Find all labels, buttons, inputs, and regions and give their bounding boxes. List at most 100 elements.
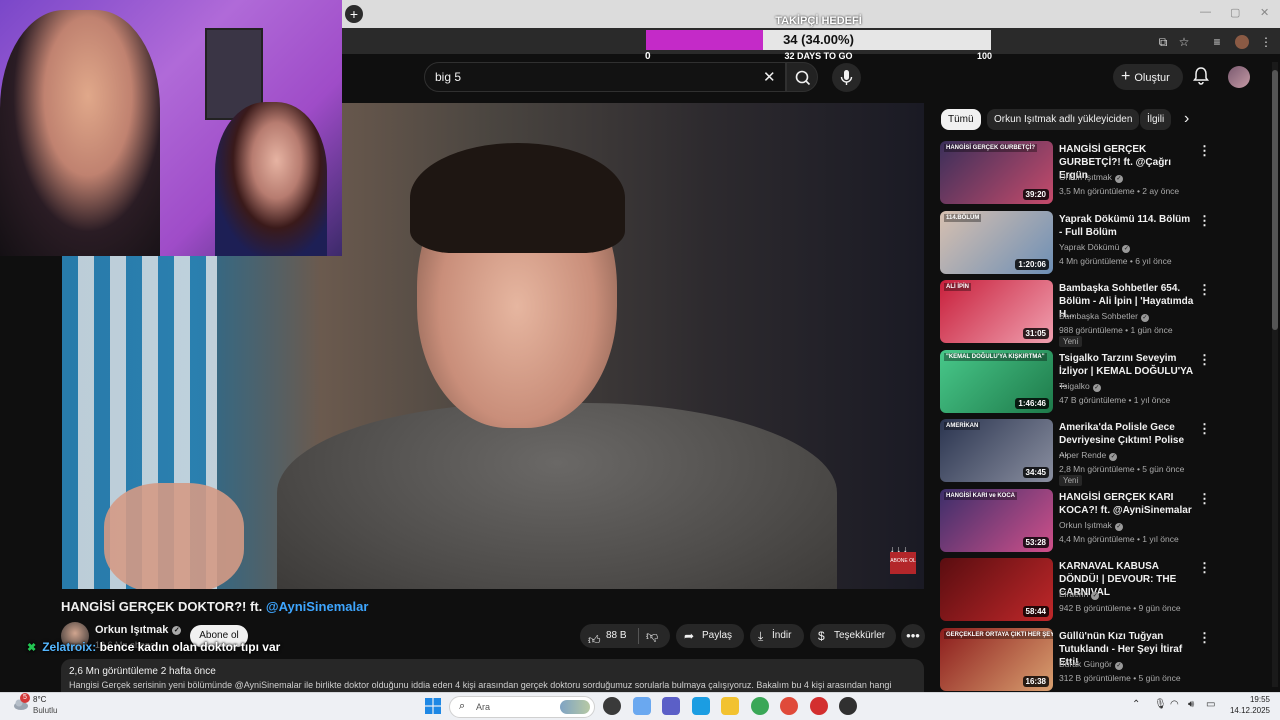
chevron-up-icon[interactable]: ⌃ (1132, 699, 1140, 710)
super-thanks-icon: $ (818, 629, 825, 643)
more-vert-icon[interactable]: ⋮ (1198, 352, 1211, 368)
voice-search-button[interactable] (832, 63, 861, 92)
temperature[interactable]: 8°C (33, 695, 46, 704)
recommendation-channel[interactable]: Burak Güngör ✓ (1059, 659, 1123, 670)
clock-date[interactable]: 14.12.2025 (1220, 706, 1270, 715)
recommendation-item[interactable]: 114.BÖLÜM 1:20:06 Yaprak Dökümü 114. Bölüm… (940, 210, 1270, 277)
teams-app[interactable] (662, 697, 680, 715)
scrollbar-thumb[interactable] (1272, 70, 1278, 330)
subscribe-overlay-badge[interactable]: ABONE OL (890, 552, 916, 574)
recommendation-channel[interactable]: Yaprak Dökümü ✓ (1059, 242, 1131, 253)
recommendation-channel[interactable]: Tsigalko ✓ (1059, 381, 1101, 392)
taskbar: 5 8°C Bulutlu ⌕ Ara ⌃ 🎙︎ ◠ 🔊︎ ▭ 19:55 14… (0, 692, 1280, 720)
more-vert-icon[interactable]: ⋮ (1198, 491, 1211, 507)
user-avatar[interactable] (1228, 66, 1250, 88)
download-button[interactable]: ⤓ İndir (750, 624, 804, 648)
recommendation-item[interactable]: 58:44 KARNAVAL KABUSA DÖNDÜ! | DEVOUR: TH… (940, 558, 1270, 624)
recommendation-views: 4 Mn görüntüleme • 6 yıl önce (1059, 255, 1172, 266)
mic-icon (840, 70, 853, 85)
video-thumbnail[interactable]: GERÇEKLER ORTAYA ÇIKTI HER ŞEYİ İTİRAF E… (940, 627, 1053, 691)
bookmark-star-icon[interactable]: ☆ (1176, 34, 1192, 50)
copilot-app[interactable] (632, 697, 651, 715)
recommendation-item[interactable]: ALİ İPİN 31:05 Bambaşka Sohbetler 654. Böl… (940, 280, 1270, 347)
minimize-icon[interactable]: — (1200, 6, 1211, 18)
guest (215, 102, 327, 256)
share-button[interactable]: ➦ Paylaş (676, 624, 744, 648)
recommendation-item[interactable]: "KEMAL DOĞULU'YA KIŞKIRTMA" 1:46:46 Tsigal… (940, 349, 1270, 416)
volume-icon[interactable]: 🔊︎ (1188, 699, 1194, 710)
recommendation-channel[interactable]: Orkun Işıtmak ✓ (1059, 172, 1123, 183)
chat-username: Zelatroix: (42, 640, 97, 654)
more-vert-icon[interactable]: ⋮ (1198, 630, 1211, 646)
profile-avatar[interactable] (1235, 35, 1249, 49)
video-thumbnail[interactable]: "KEMAL DOĞULU'YA KIŞKIRTMA" 1:46:46 (940, 349, 1053, 413)
chrome-profile-app[interactable] (780, 697, 798, 715)
verified-check-icon: ✓ (1092, 383, 1101, 392)
video-duration: 1:20:06 (1015, 258, 1049, 270)
more-vert-icon[interactable]: ⋮ (1198, 213, 1211, 229)
recommendation-item[interactable]: HANGİSİ GERÇEK GURBETÇİ? 39:20 HANGİSİ GER… (940, 141, 1270, 207)
mic-icon[interactable]: 🎙︎ (1154, 699, 1167, 710)
recommendation-channel[interactable]: Orkun Işıtmak ✓ (1059, 520, 1123, 531)
recommendation-channel[interactable]: Elraenn ✓ (1059, 589, 1100, 600)
goal-days-label: 32 DAYS TO GO (784, 51, 853, 61)
video-thumbnail[interactable]: 114.BÖLÜM 1:20:06 (940, 210, 1053, 274)
recommendation-item[interactable]: HANGİSİ KARI ve KOCA 53:28 HANGİSİ GERÇEK … (940, 488, 1270, 555)
maximize-icon[interactable]: ▢ (1230, 6, 1240, 19)
recommendation-item[interactable]: AMERİKAN 34:45 Amerika'da Polisle Gece Dev… (940, 419, 1270, 486)
recommendation-item[interactable]: GERÇEKLER ORTAYA ÇIKTI HER ŞEYİ İTİRAF E… (940, 627, 1270, 694)
chrome-app[interactable] (750, 697, 769, 715)
create-button[interactable]: + Oluştur (1113, 64, 1183, 90)
chip-all[interactable]: Tümü (941, 109, 981, 130)
streamer (0, 10, 160, 256)
obs-app[interactable] (839, 697, 857, 715)
streaming-app[interactable] (809, 697, 828, 715)
menu-dots-icon[interactable]: ⋮ (1258, 34, 1274, 50)
thumbs-down-icon[interactable]: 👎︎ (646, 624, 658, 648)
video-thumbnail[interactable]: HANGİSİ KARI ve KOCA 53:28 (940, 488, 1053, 552)
task-view-app[interactable] (603, 697, 621, 715)
thanks-label: Teşekkürler (834, 630, 886, 641)
chevron-right-icon[interactable]: › (1184, 110, 1189, 128)
recommendation-title[interactable]: Yaprak Dökümü 114. Bölüm - Full Bölüm (1059, 213, 1194, 239)
video-thumbnail[interactable]: HANGİSİ GERÇEK GURBETÇİ? 39:20 (940, 141, 1053, 204)
weather-description[interactable]: Bulutlu (33, 706, 57, 715)
scrollbar[interactable] (1272, 62, 1278, 687)
video-title-mention-link[interactable]: @AyniSinemalar (266, 599, 369, 614)
recommendation-title[interactable]: HANGİSİ GERÇEK KARI KOCA?! ft. @AyniSine… (1059, 491, 1194, 517)
recommendation-channel[interactable]: Bambaşka Sohbetler ✓ (1059, 311, 1149, 322)
playlist-icon[interactable]: ≡ (1209, 34, 1225, 50)
more-vert-icon[interactable]: ⋮ (1198, 282, 1211, 298)
wifi-icon[interactable]: ◠ (1170, 699, 1179, 710)
clear-icon[interactable]: ✕ (763, 68, 776, 86)
like-button[interactable]: 👍︎ 88 B (580, 624, 638, 648)
clock-time[interactable]: 19:55 (1230, 695, 1270, 704)
more-vert-icon[interactable]: ⋮ (1198, 421, 1211, 437)
video-thumbnail[interactable]: 58:44 (940, 558, 1053, 621)
recommendation-channel[interactable]: Alper Rende ✓ (1059, 450, 1118, 461)
bell-icon[interactable] (1192, 66, 1210, 86)
file-explorer-app[interactable] (721, 697, 739, 715)
like-dislike-group: 👍︎ 88 B 👎︎ (580, 624, 670, 648)
windows-start-icon[interactable] (425, 698, 441, 714)
search-button[interactable] (786, 62, 818, 92)
channel-name[interactable]: Orkun Işıtmak ✓ (95, 624, 182, 636)
battery-icon[interactable]: ▭ (1206, 699, 1215, 710)
video-duration: 1:46:46 (1015, 397, 1049, 409)
more-vert-icon[interactable]: ⋮ (1198, 143, 1211, 159)
search-input[interactable]: big 5 ✕ (424, 62, 786, 92)
more-vert-icon[interactable]: ⋮ (1198, 560, 1211, 576)
install-app-icon[interactable]: ⧉ (1155, 34, 1171, 50)
video-thumbnail[interactable]: AMERİKAN 34:45 (940, 419, 1053, 482)
thanks-button[interactable]: $ Teşekkürler (810, 624, 896, 648)
plus-icon[interactable]: + (345, 5, 363, 23)
recommendation-channel-name: Burak Güngör (1059, 658, 1112, 669)
chip-from-uploader[interactable]: Orkun Işıtmak adlı yükleyiciden (987, 109, 1140, 130)
taskbar-search[interactable]: ⌕ Ara (449, 696, 595, 718)
edge-app[interactable] (691, 697, 710, 715)
description-box[interactable]: 2,6 Mn görüntüleme 2 hafta önce Hangisi … (61, 659, 924, 693)
video-thumbnail[interactable]: ALİ İPİN 31:05 (940, 280, 1053, 343)
close-icon[interactable]: ✕ (1260, 6, 1269, 19)
chip-related[interactable]: İlgili (1140, 109, 1172, 130)
more-actions-button[interactable]: ••• (901, 624, 925, 648)
